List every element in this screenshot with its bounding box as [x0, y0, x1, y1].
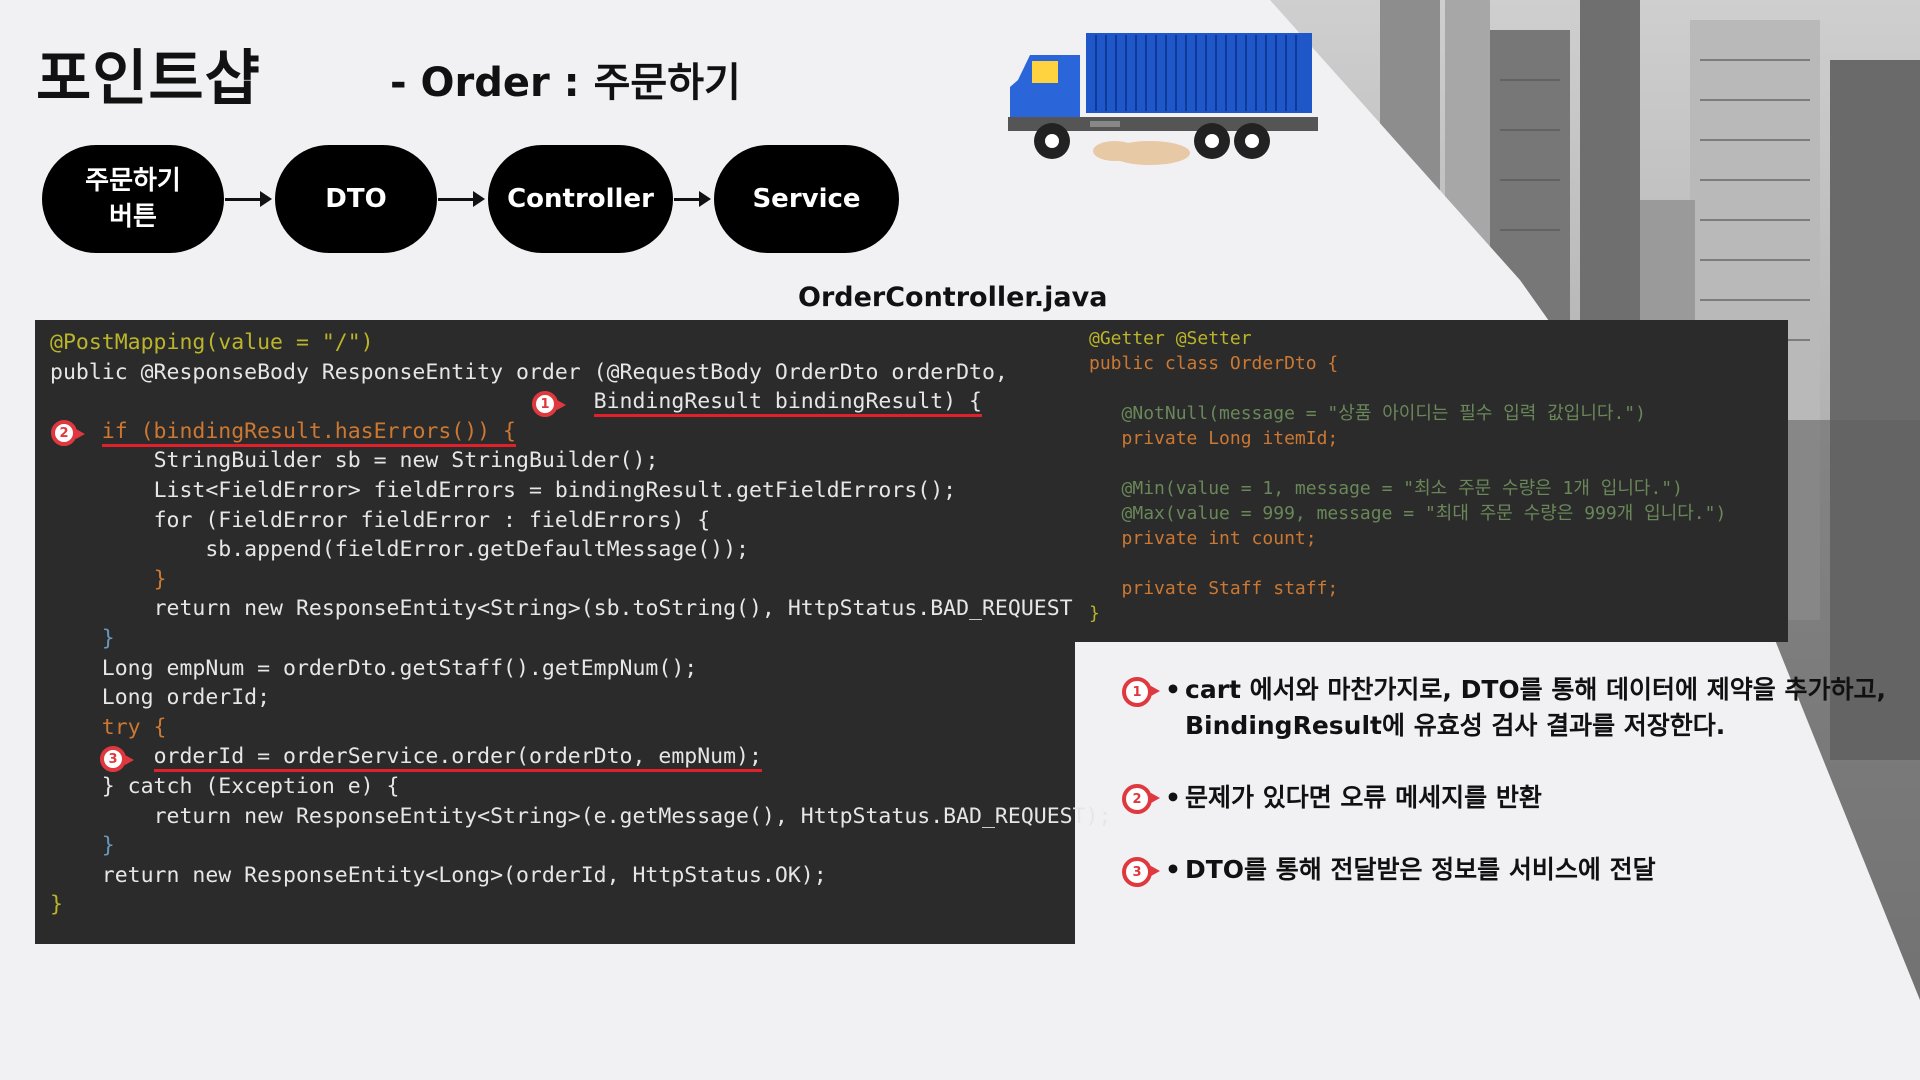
explanation-2: • 문제가 있다면 오류 메세지를 반환: [1165, 780, 1542, 816]
explain-badge-3: 3: [1122, 857, 1160, 887]
explanation-3: • DTO를 통해 전달받은 정보를 서비스에 전달: [1165, 852, 1656, 888]
badge-2: 2: [51, 420, 85, 446]
flow-node-dto: DTO: [275, 145, 437, 253]
code-line: }: [101, 625, 115, 651]
page-title: 포인트샵: [36, 44, 261, 114]
code-line: private Staff staff;: [1121, 578, 1339, 599]
code-line-highlight-1: BindingResult bindingResult) {: [593, 389, 982, 418]
code-line: @Getter @Setter: [1089, 328, 1252, 349]
code-line: try {: [101, 714, 167, 740]
bullet: •: [1165, 675, 1181, 704]
cargo-truck-illustration: [1008, 33, 1318, 165]
dto-code-panel: @Getter @Setter public class OrderDto { …: [1075, 320, 1788, 642]
code-line: return new ResponseEntity<String>(sb.toS…: [153, 596, 1099, 622]
code-line: Long empNum = orderDto.getStaff().getEmp…: [101, 655, 698, 681]
explain-badge-2: 2: [1122, 784, 1160, 814]
explanation-text: DTO를 통해 전달받은 정보를 서비스에 전달: [1185, 855, 1656, 884]
code-line: public class OrderDto {: [1089, 353, 1339, 374]
file-label: OrderController.java: [798, 282, 1108, 313]
code-line: private int count;: [1121, 528, 1317, 549]
code-line: private Long itemId;: [1121, 428, 1339, 449]
code-line: sb.append(fieldError.getDefaultMessage()…: [205, 537, 749, 563]
code-line: } catch (Exception e) {: [101, 773, 400, 799]
explanation-text: 문제가 있다면 오류 메세지를 반환: [1185, 783, 1542, 812]
code-line: @NotNull(message = "상품 아이디는 필수 입력 값입니다."…: [1121, 403, 1646, 424]
badge-1: 1: [532, 391, 566, 417]
explain-badge-1: 1: [1122, 677, 1160, 707]
badge-3: 3: [100, 746, 134, 772]
dto-code: @Getter @Setter public class OrderDto { …: [1089, 326, 1726, 626]
bullet: •: [1165, 783, 1181, 812]
code-line: @Max(value = 999, message = "최대 주문 수량은 9…: [1121, 503, 1727, 524]
page-subtitle: - Order : 주문하기: [390, 60, 741, 106]
explanation-text: cart 에서와 마찬가지로, DTO를 통해 데이터에 제약을 추가하고,: [1185, 675, 1886, 704]
controller-code: @PostMapping(value = "/") public @Respon…: [50, 328, 1111, 920]
code-line: List<FieldError> fieldErrors = bindingRe…: [153, 477, 957, 503]
explanation-1: • cart 에서와 마찬가지로, DTO를 통해 데이터에 제약을 추가하고, …: [1165, 672, 1905, 744]
flow-node-order-button: 주문하기 버튼: [42, 145, 224, 253]
flow-node-controller: Controller: [488, 145, 673, 253]
code-line: @PostMapping(value = "/"): [50, 330, 374, 355]
bullet: •: [1165, 855, 1181, 884]
code-line: }: [1089, 603, 1100, 624]
code-line-highlight-3: orderId = orderService.order(orderDto, e…: [153, 744, 762, 773]
code-line: @Min(value = 1, message = "최소 주문 수량은 1개 …: [1121, 478, 1683, 499]
code-line: return new ResponseEntity<String>(e.getM…: [153, 803, 1112, 829]
code-line-highlight-2: if (bindingResult.hasErrors()) {: [101, 418, 516, 447]
code-line: public @ResponseBody ResponseEntity orde…: [50, 359, 1008, 385]
flow-arrow: [438, 191, 485, 207]
code-line: for (FieldError fieldError : fieldErrors…: [153, 507, 711, 533]
code-line: }: [153, 566, 167, 592]
flow-arrow: [674, 191, 711, 207]
code-line: }: [101, 833, 115, 859]
explanation-text: BindingResult에 유효성 검사 결과를 저장한다.: [1185, 711, 1726, 740]
code-line: return new ResponseEntity<Long>(orderId,…: [101, 862, 827, 888]
code-line: StringBuilder sb = new StringBuilder();: [153, 448, 659, 474]
flow-arrow: [225, 191, 272, 207]
code-line: Long orderId;: [101, 685, 271, 711]
controller-code-panel: @PostMapping(value = "/") public @Respon…: [35, 320, 1111, 944]
flow-node-service: Service: [714, 145, 899, 253]
code-line: }: [50, 892, 63, 918]
